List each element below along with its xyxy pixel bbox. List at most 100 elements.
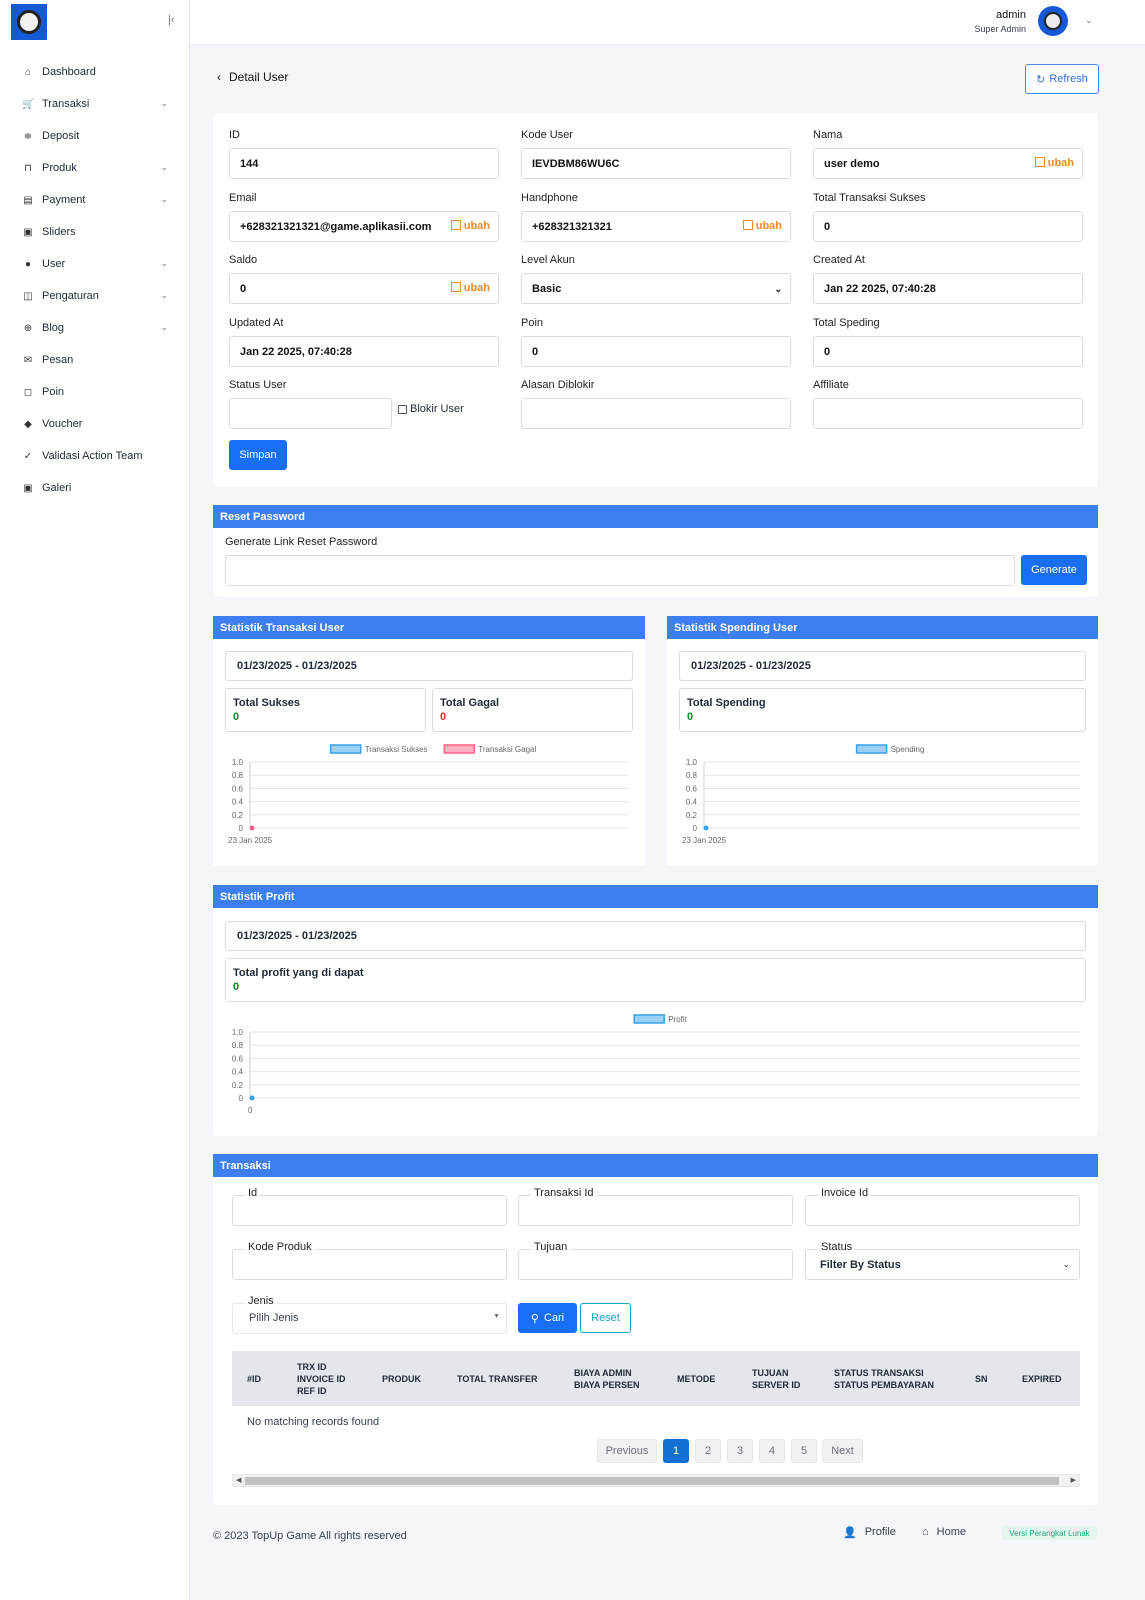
- y-tick-label: 0.6: [686, 784, 698, 793]
- sidebar-item-user[interactable]: ● User ⌄: [0, 248, 190, 280]
- profit-chart: Profit 1.0 0.8 0.6 0.4 0.2 00: [232, 1014, 1080, 1115]
- chevron-down-icon[interactable]: ⌄: [1085, 15, 1093, 26]
- footer-profile-link[interactable]: 👤 Profile: [843, 1526, 896, 1539]
- scroll-left-icon[interactable]: ◀: [236, 1476, 241, 1484]
- sidebar-item-produk[interactable]: ⊓ Produk ⌄: [0, 152, 190, 184]
- column-header[interactable]: TRX ID INVOICE ID REF ID: [297, 1361, 346, 1397]
- updated-at-field[interactable]: Jan 22 2025, 07:40:28: [229, 336, 499, 367]
- level-akun-select[interactable]: Basic ⌄: [521, 273, 791, 304]
- page-2[interactable]: 2: [695, 1439, 721, 1463]
- blokir-user-toggle[interactable]: Blokir User: [398, 403, 464, 415]
- pagination-next[interactable]: Next: [822, 1439, 863, 1463]
- total-transaksi-field[interactable]: 0: [813, 211, 1083, 242]
- pagination-previous[interactable]: Previous: [597, 1439, 657, 1463]
- chevron-down-icon: ⌄: [160, 98, 168, 108]
- sidebar-item-pengaturan[interactable]: ◫ Pengaturan ⌄: [0, 280, 190, 312]
- total-speding-field[interactable]: 0: [813, 336, 1083, 367]
- total-transaksi-value: 0: [824, 220, 831, 233]
- created-at-field[interactable]: Jan 22 2025, 07:40:28: [813, 273, 1083, 304]
- scroll-right-icon[interactable]: ▶: [1071, 1476, 1076, 1484]
- sidebar-item-label: Produk: [42, 162, 77, 174]
- page-title: Detail User: [229, 70, 289, 84]
- sidebar-item-pesan[interactable]: ✉ Pesan: [0, 344, 190, 376]
- column-header[interactable]: #ID: [247, 1373, 261, 1385]
- coins-icon: ≑: [23, 130, 33, 142]
- x-tick-label: 23 Jan 2025: [228, 836, 273, 845]
- top-bar: admin Super Admin ⌄: [190, 0, 1145, 44]
- nama-field[interactable]: user demo ubah: [813, 148, 1083, 179]
- sidebar-item-label: Validasi Action Team: [42, 450, 143, 462]
- poin-field[interactable]: 0: [521, 336, 791, 367]
- reset-link-field[interactable]: [225, 555, 1015, 586]
- column-header[interactable]: BIAYA ADMIN BIAYA PERSEN: [574, 1367, 640, 1391]
- scrollbar-thumb[interactable]: [245, 1477, 1059, 1485]
- sidebar-item-blog[interactable]: ⊕ Blog ⌄: [0, 312, 190, 344]
- sidebar-item-transaksi[interactable]: 🛒 Transaksi ⌄: [0, 88, 190, 120]
- sidebar-item-dashboard[interactable]: ⌂ Dashboard: [0, 56, 190, 88]
- id-field[interactable]: 144: [229, 148, 499, 179]
- generate-button[interactable]: Generate: [1021, 555, 1087, 585]
- sidebar-item-payment[interactable]: ▤ Payment ⌄: [0, 184, 190, 216]
- alasan-label: Alasan Diblokir: [521, 379, 595, 391]
- sidebar-item-galeri[interactable]: ▣ Galeri: [0, 472, 190, 504]
- horizontal-scrollbar[interactable]: ◀ ▶: [232, 1474, 1080, 1487]
- column-header[interactable]: STATUS TRANSAKSI STATUS PEMBAYARAN: [834, 1367, 934, 1391]
- sidebar-item-voucher[interactable]: ◆ Voucher: [0, 408, 190, 440]
- x-tick-label: 23 Jan 2025: [682, 836, 727, 845]
- alasan-field[interactable]: [521, 398, 791, 429]
- status-user-field[interactable]: [229, 398, 392, 429]
- filter-transaksi-id-input[interactable]: Transaksi Id: [518, 1187, 793, 1226]
- filter-status-select[interactable]: Status Filter By Status ⌄: [805, 1241, 1080, 1280]
- column-header[interactable]: SN: [975, 1373, 988, 1385]
- refresh-button[interactable]: ↻ Refresh: [1025, 64, 1099, 94]
- sidebar-item-sliders[interactable]: ▣ Sliders: [0, 216, 190, 248]
- search-button[interactable]: ⚲ Cari: [518, 1303, 577, 1333]
- y-tick-label: 0.8: [232, 1041, 244, 1050]
- saldo-field[interactable]: 0 ubah: [229, 273, 499, 304]
- spending-chart: Spending 1.0 0.8 0.6 0.4 0.2 0 23 Jan 2025: [682, 744, 1080, 845]
- blokir-checkbox[interactable]: [398, 404, 407, 414]
- page-5[interactable]: 5: [791, 1439, 817, 1463]
- poin-value: 0: [532, 345, 539, 358]
- page-3[interactable]: 3: [727, 1439, 753, 1463]
- transaksi-date-range[interactable]: 01/23/2025 - 01/23/2025: [225, 651, 633, 681]
- save-button[interactable]: Simpan: [229, 440, 287, 470]
- home-icon: ⌂: [922, 1526, 929, 1538]
- sidebar-item-label: Sliders: [42, 226, 76, 238]
- filter-id-input[interactable]: Id: [232, 1187, 507, 1226]
- sidebar-item-deposit[interactable]: ≑ Deposit: [0, 120, 190, 152]
- edit-icon: [742, 220, 753, 230]
- sidebar-item-poin[interactable]: ◻ Poin: [0, 376, 190, 408]
- filter-tujuan-input[interactable]: Tujuan: [518, 1241, 793, 1280]
- affiliate-field[interactable]: [813, 398, 1083, 429]
- edit-saldo-button[interactable]: ubah: [450, 282, 490, 294]
- page-4[interactable]: 4: [759, 1439, 785, 1463]
- page-1[interactable]: 1: [663, 1439, 689, 1463]
- edit-email-button[interactable]: ubah: [450, 220, 490, 232]
- column-header[interactable]: EXPIRED: [1022, 1373, 1062, 1385]
- sidebar-item-validasi-action-team[interactable]: ✓ Validasi Action Team: [0, 440, 190, 472]
- filter-jenis-select[interactable]: Jenis Pilih Jenis ▼: [232, 1295, 507, 1334]
- filter-invoice-id-input[interactable]: Invoice Id: [805, 1187, 1080, 1226]
- app-logo[interactable]: [11, 4, 47, 40]
- back-icon: ‹: [217, 70, 221, 84]
- footer-home-link[interactable]: ⌂ Home: [922, 1526, 966, 1538]
- column-header[interactable]: TUJUAN SERVER ID: [752, 1367, 800, 1391]
- store-icon: ⊓: [24, 162, 32, 174]
- filter-kode-produk-input[interactable]: Kode Produk: [232, 1241, 507, 1280]
- back-link[interactable]: ‹ Detail User: [217, 70, 288, 84]
- kode-user-field[interactable]: IEVDBM86WU6C: [521, 148, 791, 179]
- column-header[interactable]: TOTAL TRANSFER: [457, 1373, 538, 1385]
- edit-nama-button[interactable]: ubah: [1034, 157, 1074, 169]
- avatar[interactable]: [1038, 6, 1068, 36]
- collapse-sidebar-icon[interactable]: |‹: [168, 14, 175, 26]
- profit-date-range[interactable]: 01/23/2025 - 01/23/2025: [225, 921, 1086, 951]
- spending-date-range[interactable]: 01/23/2025 - 01/23/2025: [679, 651, 1086, 681]
- edit-handphone-button[interactable]: ubah: [742, 220, 782, 232]
- column-header[interactable]: METODE: [677, 1373, 715, 1385]
- handphone-field[interactable]: +628321321321 ubah: [521, 211, 791, 242]
- reset-button[interactable]: Reset: [580, 1303, 631, 1333]
- y-tick-label: 0.2: [686, 811, 698, 820]
- email-field[interactable]: +628321321321@game.aplikasii.com ubah: [229, 211, 499, 242]
- column-header[interactable]: PRODUK: [382, 1373, 421, 1385]
